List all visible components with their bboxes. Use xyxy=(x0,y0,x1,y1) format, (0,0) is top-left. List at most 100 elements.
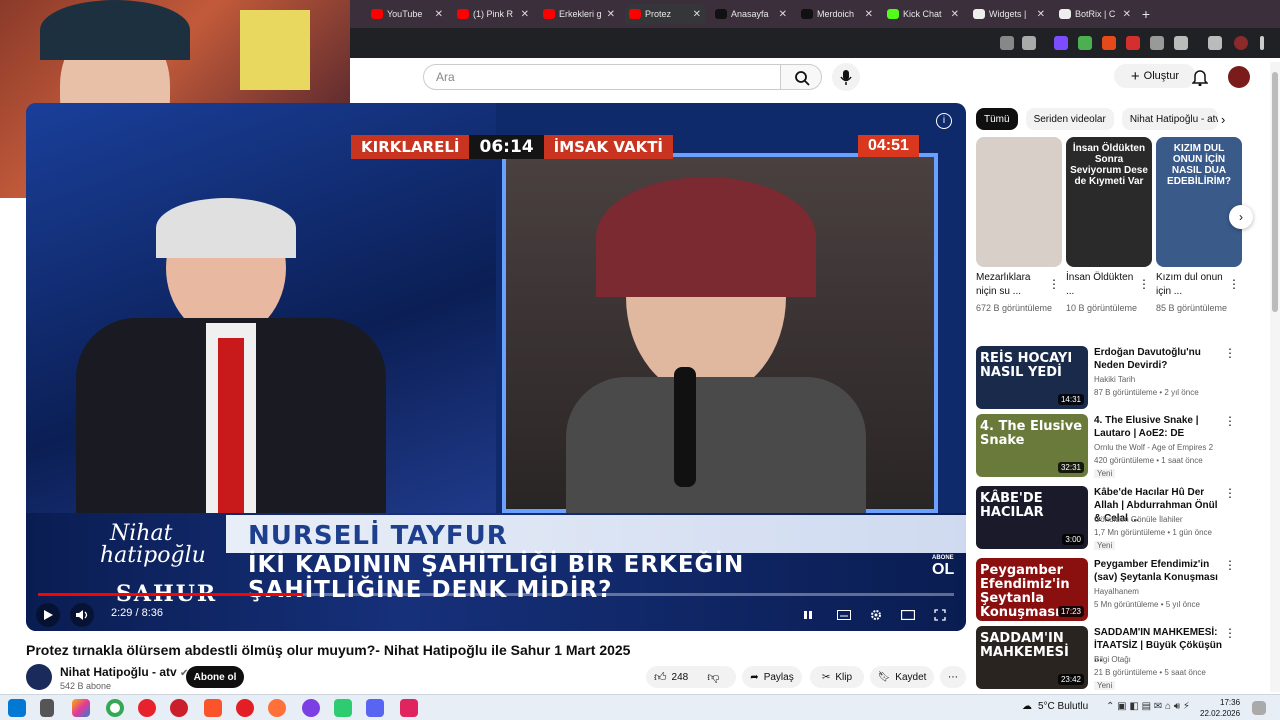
extension-icon[interactable] xyxy=(1150,36,1164,50)
volume-button[interactable] xyxy=(70,603,94,627)
more-options-icon[interactable]: ⋮ xyxy=(1224,486,1236,500)
reading-list-icon[interactable] xyxy=(1208,36,1222,50)
account-avatar[interactable] xyxy=(1228,66,1250,88)
video-title[interactable]: 4. The Elusive Snake | Lautaro | AoE2: D… xyxy=(1094,414,1222,440)
start-icon[interactable] xyxy=(8,699,26,717)
video-thumbnail[interactable]: REİS HOCAYI NASIL YEDİ 14:31 xyxy=(976,346,1088,409)
extensions-puzzle-icon[interactable] xyxy=(1174,36,1188,50)
system-tray-icons[interactable]: ⌃ ▣ ◧ ▤ ✉ ⌂ 🔊︎ ⚡ xyxy=(1106,701,1190,712)
cast-icon[interactable] xyxy=(1000,36,1014,50)
close-icon[interactable]: ✕ xyxy=(607,9,615,20)
close-icon[interactable]: ✕ xyxy=(521,9,529,20)
video-thumbnail[interactable]: KÂBE'DE HACILAR 3:00 xyxy=(976,486,1088,549)
share-button[interactable]: ➦ Paylaş xyxy=(742,666,802,688)
video-title[interactable]: Erdoğan Davutoğlu'nu Neden Devirdi? xyxy=(1094,346,1222,372)
browser-tab[interactable]: Erkekleri g ✕ xyxy=(539,4,619,24)
close-icon[interactable]: ✕ xyxy=(865,9,873,20)
more-options-icon[interactable]: ⋮ xyxy=(1224,558,1236,572)
channel-name[interactable]: Nihat Hatipoğlu - atv ✔ xyxy=(60,665,188,679)
browser-menu-icon[interactable] xyxy=(1260,36,1264,50)
chevron-right-icon[interactable]: › xyxy=(1221,112,1225,127)
chip-all[interactable]: Tümü xyxy=(976,108,1018,130)
recommended-video[interactable]: Peygamber Efendimiz'in Şeytanla Konuşmas… xyxy=(976,558,1236,624)
new-tab-button[interactable]: + xyxy=(1136,4,1156,24)
browser-tab[interactable]: Anasayfa ✕ xyxy=(711,4,791,24)
video-title[interactable]: Peygamber Efendimiz'in (sav) Şeytanla Ko… xyxy=(1094,558,1222,584)
video-channel[interactable]: Gönülden Gönüle İlahiler xyxy=(1094,515,1183,524)
short-thumbnail[interactable] xyxy=(976,137,1062,267)
extension-icon[interactable] xyxy=(1078,36,1092,50)
opera-icon[interactable] xyxy=(138,699,156,717)
recommended-video[interactable]: SADDAM'IN MAHKEMESİ 23:42 SADDAM'IN MAHKEM… xyxy=(976,626,1236,692)
pause-button[interactable] xyxy=(796,603,820,627)
close-icon[interactable]: ✕ xyxy=(693,9,701,20)
close-icon[interactable]: ✕ xyxy=(435,9,443,20)
video-thumbnail[interactable]: 4. The Elusive Snake 32:31 xyxy=(976,414,1088,477)
video-channel[interactable]: Hakiki Tarih xyxy=(1094,375,1135,384)
video-thumbnail[interactable]: Peygamber Efendimiz'in Şeytanla Konuşmas… xyxy=(976,558,1088,621)
more-options-icon[interactable]: ⋮ xyxy=(1224,346,1236,360)
scrollbar[interactable] xyxy=(1270,62,1280,692)
recommended-video[interactable]: 4. The Elusive Snake 32:31 4. The Elusive … xyxy=(976,414,1236,480)
play-button[interactable] xyxy=(36,603,60,627)
weather-widget[interactable]: ☁ 5°C Bulutlu xyxy=(1022,701,1088,712)
fullscreen-button[interactable] xyxy=(928,603,952,627)
search-button[interactable] xyxy=(780,64,822,90)
browser-tab[interactable]: BotRix | C ✕ xyxy=(1055,4,1135,24)
video-channel[interactable]: Bilgi Otağı xyxy=(1094,655,1131,664)
browser-tab[interactable]: (1) Pink R ✕ xyxy=(453,4,533,24)
extension-icon[interactable] xyxy=(1054,36,1068,50)
close-icon[interactable]: ✕ xyxy=(779,9,787,20)
browser-tab[interactable]: Protez ✕ xyxy=(625,4,705,24)
theater-button[interactable] xyxy=(896,603,920,627)
voice-search-button[interactable] xyxy=(832,63,860,91)
short-thumbnail[interactable]: İnsan Öldükten Sonra Seviyorum Dese de K… xyxy=(1066,137,1152,267)
settings-button[interactable] xyxy=(864,603,888,627)
like-button[interactable]: 👍︎ 248 👎︎ xyxy=(646,666,736,688)
notification-icon[interactable] xyxy=(1252,701,1266,715)
short-thumbnail[interactable]: KIZIM DUL ONUN İÇİN NASIL DUA EDEBİLİRİM… xyxy=(1156,137,1242,267)
search-input[interactable]: Ara xyxy=(423,64,781,90)
close-icon[interactable]: ✕ xyxy=(1037,9,1045,20)
short-item[interactable]: KIZIM DUL ONUN İÇİN NASIL DUA EDEBİLİRİM… xyxy=(1156,137,1242,315)
app-icon[interactable] xyxy=(334,699,352,717)
copilot-icon[interactable] xyxy=(72,699,90,717)
more-actions-button[interactable]: ⋯ xyxy=(940,666,966,688)
browser-tab[interactable]: Kick Chat ✕ xyxy=(883,4,963,24)
recommended-video[interactable]: REİS HOCAYI NASIL YEDİ 14:31 Erdoğan Davut… xyxy=(976,346,1236,412)
subtitles-button[interactable] xyxy=(832,603,856,627)
clock[interactable]: 17:36 22.02.2026 xyxy=(1200,697,1240,719)
opera-gx-icon[interactable] xyxy=(170,699,188,717)
thumbs-down-icon[interactable]: 👎︎ xyxy=(707,670,719,685)
chip-channel[interactable]: Nihat Hatipoğlu - atv xyxy=(1121,108,1218,130)
chrome-icon[interactable] xyxy=(106,699,124,717)
recommended-video[interactable]: KÂBE'DE HACILAR 3:00 Kâbe'de Hacılar Hû De… xyxy=(976,486,1236,552)
video-channel[interactable]: Hayalhanem xyxy=(1094,587,1139,596)
more-options-icon[interactable]: ⋮ xyxy=(1048,277,1060,291)
app-icon[interactable] xyxy=(400,699,418,717)
create-button[interactable]: + Oluştur xyxy=(1114,64,1196,88)
progress-bar[interactable] xyxy=(38,593,954,596)
task-view-icon[interactable] xyxy=(40,699,54,717)
short-item[interactable]: İnsan Öldükten Sonra Seviyorum Dese de K… xyxy=(1066,137,1152,315)
save-button[interactable]: 🔖︎ Kaydet xyxy=(870,666,934,688)
info-icon[interactable]: i xyxy=(936,113,952,129)
discord-icon[interactable] xyxy=(366,699,384,717)
browser-tab[interactable]: YouTube ✕ xyxy=(367,4,447,24)
close-icon[interactable]: ✕ xyxy=(951,9,959,20)
firefox-icon[interactable] xyxy=(268,699,286,717)
more-options-icon[interactable]: ⋮ xyxy=(1224,626,1236,640)
close-icon[interactable]: ✕ xyxy=(1123,9,1131,20)
video-channel[interactable]: Ornlu the Wolf - Age of Empires 2 xyxy=(1094,443,1213,452)
brave-icon[interactable] xyxy=(204,699,222,717)
scrollbar-thumb[interactable] xyxy=(1272,72,1278,312)
tor-icon[interactable] xyxy=(302,699,320,717)
video-player[interactable]: KIRKLARELİ 06:14 İMSAK VAKTİ 04:51 i NUR… xyxy=(26,103,966,631)
browser-tab[interactable]: Widgets | ✕ xyxy=(969,4,1049,24)
subscribe-button[interactable]: Abone ol xyxy=(186,666,244,688)
more-options-icon[interactable]: ⋮ xyxy=(1138,277,1150,291)
clip-button[interactable]: ✂ Klip xyxy=(810,666,864,688)
shorts-next-button[interactable]: › xyxy=(1229,205,1253,229)
bookmark-star-icon[interactable] xyxy=(1022,36,1036,50)
video-thumbnail[interactable]: SADDAM'IN MAHKEMESİ 23:42 xyxy=(976,626,1088,689)
